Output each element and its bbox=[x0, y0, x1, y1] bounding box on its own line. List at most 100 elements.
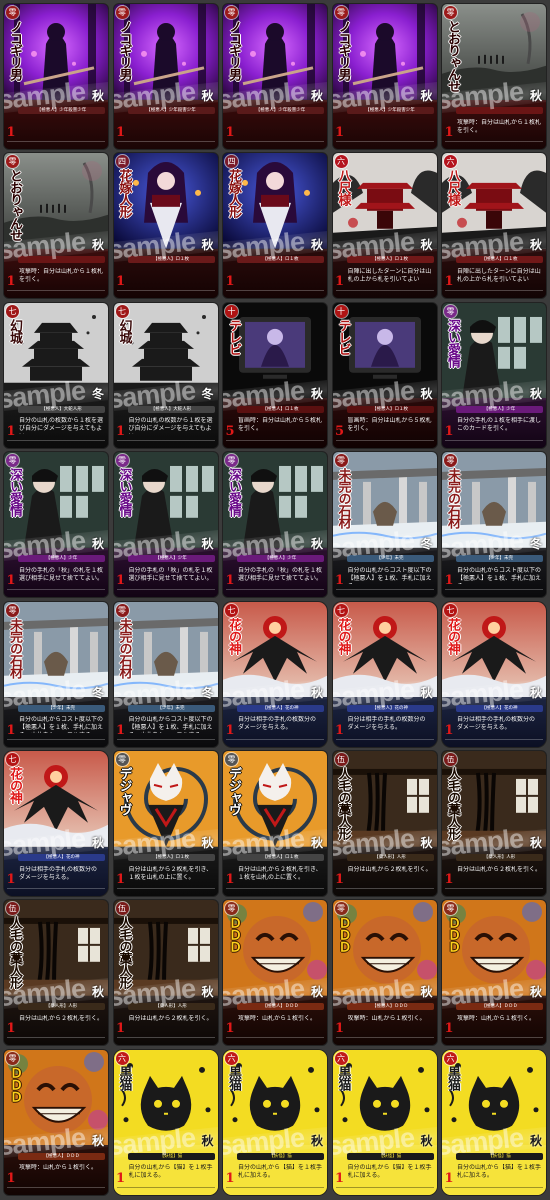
card[interactable]: 零 ＤＤＤ 秋【極悪人】ＤＤＤ 攻撃時：山札から１枚引く。 1 sample bbox=[4, 1049, 108, 1195]
card-rank-badge: 六 bbox=[334, 155, 348, 169]
card-cost: 1 bbox=[115, 871, 126, 887]
card[interactable]: 零ノコギリ男秋【極悪人】少年殺害少年 1 sample bbox=[223, 4, 327, 149]
card[interactable]: 六黒猫秋【妖怪】猫 自分の山札から【猫】を１枚手札に加える。 1 sample bbox=[113, 1049, 218, 1195]
card[interactable]: 伍人毛の藁人形秋【藁人形】人形 自分は山札から２枚札を引く。 1 sample bbox=[4, 900, 108, 1046]
card[interactable]: 伍人毛の藁人形秋【藁人形】人形 自分は山札から２枚札を引く。 1 sample bbox=[332, 750, 437, 896]
card-type-line: 【極悪人】ロ１枚 bbox=[127, 853, 215, 861]
card[interactable]: 十テレビ秋【極悪人】ロ１枚 盲画時：自分は山札から５枚札を引く。 5 sample bbox=[332, 302, 437, 448]
card-title: 花の神 bbox=[7, 766, 22, 803]
card-season: 秋 bbox=[91, 835, 104, 850]
card[interactable]: 零未完の石材冬【少年】未完 自分の山札からコスト度以下の【極悪人】を１枚、手札に加… bbox=[332, 452, 437, 598]
card[interactable]: 零 ＤＤＤ 秋【極悪人】ＤＤＤ 攻撃時：山札から１枚引く。 1 sample bbox=[332, 900, 437, 1046]
card[interactable]: 七花の神秋【極悪人】花の神 自分は相手の手札の枚数分のダメージを与える。 1 samp… bbox=[4, 750, 108, 896]
card-title: ＤＤＤ bbox=[335, 916, 351, 953]
card-title: ノコギリ男 bbox=[335, 20, 351, 80]
card-footer bbox=[116, 738, 215, 745]
card-rank-badge: 伍 bbox=[115, 902, 129, 916]
card-rank-badge: 六 bbox=[115, 1051, 129, 1065]
card-type-line: 【妖怪】猫 bbox=[456, 1152, 543, 1160]
card-cost: 1 bbox=[6, 871, 16, 887]
card[interactable]: 零とおりゃんせ秋攻撃時：自分は山札から１枚札を引く。 1 sample bbox=[442, 4, 546, 149]
card-season: 冬 bbox=[201, 387, 214, 402]
card-cost: 1 bbox=[115, 1021, 126, 1037]
card-footer bbox=[7, 887, 105, 894]
card[interactable]: 七花の神秋【極悪人】花の神 自分は相手の手札の枚数分のダメージを与える。 1 samp… bbox=[223, 601, 327, 747]
card-season: 秋 bbox=[201, 238, 214, 253]
card[interactable]: 零未完の石材冬【少年】未完 自分の山札からコスト度以下の【極悪人】を１枚、手札に加… bbox=[113, 601, 218, 747]
card-illustration bbox=[442, 1049, 546, 1146]
card-effect-text: 自陣に出したターンに自分は山札の上から札を引いてよい bbox=[347, 267, 432, 283]
card[interactable]: 零 ＤＤＤ 秋【極悪人】ＤＤＤ 攻撃時：山札から１枚引く。 1 sample bbox=[442, 900, 546, 1046]
card[interactable]: 零ノコギリ男秋【極悪人】少年殺害少年 1 sample bbox=[332, 4, 437, 149]
card[interactable]: 零深い愛情秋【極悪人】少年 自分の手札の「秋」の札を１枚選び相手に見せて捨ててよい… bbox=[223, 452, 327, 598]
card[interactable]: 七花の神秋【極悪人】花の神 自分は相手の手札の枚数分のダメージを与える。 1 samp… bbox=[332, 601, 437, 747]
card-cost: 1 bbox=[115, 722, 126, 738]
card-rank-badge: 零 bbox=[225, 752, 238, 766]
card-season: 秋 bbox=[420, 238, 433, 253]
card-type-line: 【極悪人】大蛇人形 bbox=[127, 405, 215, 413]
card-footer bbox=[335, 1186, 434, 1193]
card-cost: 1 bbox=[334, 871, 345, 887]
card-footer bbox=[445, 887, 543, 894]
card[interactable]: 六黒猫秋【妖怪】猫 自分の山札から【猫】を１枚手札に加える。 1 sample bbox=[442, 1049, 546, 1195]
card-type-line: 【極悪人】少年殺害少年 bbox=[346, 106, 434, 114]
card[interactable]: 零デジャヴ秋【極悪人】ロ１枚 自分は山札から２枚札を引き、１枚を山札の上に置く。 1… bbox=[113, 750, 218, 896]
card[interactable]: 零デジャヴ秋【極悪人】ロ１枚 自分は山札から２枚札を引き、１枚を山札の上に置く。 1… bbox=[223, 750, 327, 896]
card-effect-text: 自分の山札の枚数から１枚を選び自分にダメージを与えてもよい。 bbox=[128, 417, 213, 434]
card-footer bbox=[226, 1186, 324, 1193]
card-effect-text: 自分は山札から２枚札を引く。 bbox=[457, 865, 541, 873]
card-footer bbox=[7, 141, 105, 147]
card-footer bbox=[226, 290, 324, 296]
card-season: 冬 bbox=[201, 686, 214, 701]
card-effect-text: 自分の山札からコスト度以下の【極悪人】を１枚、手札に加える。山札をシャッフルする… bbox=[128, 716, 213, 733]
card[interactable]: 伍人毛の藁人形秋【藁人形】人形 自分は山札から２枚札を引く。 1 sample bbox=[113, 900, 218, 1046]
card-title: デジャヴ bbox=[226, 766, 241, 815]
card[interactable]: 零深い愛情秋【極悪人】少年 自分の手札の「秋」の札を１枚選び相手に見せて捨ててよい… bbox=[113, 452, 218, 598]
card[interactable]: 十テレビ秋【極悪人】ロ１枚 盲画時：自分は山札から５枚札を引く。 5 sample bbox=[223, 302, 327, 448]
card-season: 秋 bbox=[420, 387, 433, 402]
card-cost: 1 bbox=[6, 722, 16, 738]
card-type-line: 【少年】未完 bbox=[127, 704, 215, 712]
card[interactable]: 零とおりゃんせ秋攻撃時：自分は山札から１枚札を引く。 1 sample bbox=[4, 153, 108, 299]
card-rank-badge: 零 bbox=[444, 304, 457, 318]
card[interactable]: 零深い愛情秋【極悪人】少年 自分の手札の１枚を相手に渡しこのカードを引く。 1 sam… bbox=[442, 302, 546, 448]
card-effect-text: 自分は山札から２枚札を引き、１枚を山札の上に置く。 bbox=[238, 865, 322, 881]
card-season: 秋 bbox=[420, 984, 433, 999]
card-type-line: 【極悪人】ロ１枚 bbox=[127, 256, 215, 264]
card-title: ＤＤＤ bbox=[445, 916, 460, 953]
card-title: 幻城 bbox=[7, 318, 22, 343]
card-cost: 5 bbox=[334, 423, 345, 439]
card-type-line: 【極悪人】ＤＤＤ bbox=[346, 1003, 434, 1011]
card[interactable]: 七花の神秋【極悪人】花の神 自分は相手の手札の枚数分のダメージを与える。 1 samp… bbox=[442, 601, 546, 747]
card-type-line: 【極悪人】花の神 bbox=[237, 704, 324, 712]
card[interactable]: 六黒猫秋【妖怪】猫 自分の山札から【猫】を１枚手札に加える。 1 sample bbox=[223, 1049, 327, 1195]
card[interactable]: 零 ＤＤＤ 秋【極悪人】ＤＤＤ 攻撃時：山札から１枚引く。 1 sample bbox=[223, 900, 327, 1046]
card-footer bbox=[226, 141, 324, 147]
card[interactable]: 零未完の石材冬【少年】未完 自分の山札からコスト度以下の【極悪人】を１枚、手札に加… bbox=[4, 601, 108, 747]
card[interactable]: 伍人毛の藁人形秋【藁人形】人形 自分は山札から２枚札を引く。 1 sample bbox=[442, 750, 546, 896]
card[interactable]: 零ノコギリ男秋【極悪人】少年殺害少年 1 sample bbox=[113, 4, 218, 149]
card[interactable]: 零未完の石材冬【少年】未完 自分の山札からコスト度以下の【極悪人】を１枚、手札に加… bbox=[442, 452, 546, 598]
card-effect-text bbox=[129, 268, 213, 285]
card-type-line bbox=[18, 256, 105, 264]
card[interactable]: 四花嫁人形秋【極悪人】ロ１枚 1 sample bbox=[113, 153, 218, 299]
card[interactable]: 六八尺様秋【極悪人】ロ１枚 自陣に出したターンに自分は山札の上から札を引いてよい 1… bbox=[442, 153, 546, 299]
card[interactable]: 六黒猫秋【妖怪】猫 自分の山札から【猫】を１枚手札に加える。 1 sample bbox=[332, 1049, 437, 1195]
card[interactable]: 六八尺様秋【極悪人】ロ１枚 自陣に出したターンに自分は山札の上から札を引いてよい 1… bbox=[332, 153, 437, 299]
card-rank-badge: 七 bbox=[6, 304, 19, 318]
card-cost: 1 bbox=[444, 573, 454, 589]
card-grid: 零ノコギリ男秋【極悪人】少年殺害少年 1 sample 零ノコギリ男秋【極悪人】少年… bbox=[4, 4, 546, 1196]
card-cost: 1 bbox=[115, 423, 126, 439]
card[interactable]: 零ノコギリ男秋【極悪人】少年殺害少年 1 sample bbox=[4, 4, 108, 149]
card-rank-badge: 七 bbox=[6, 752, 19, 766]
card-season: 冬 bbox=[529, 536, 542, 551]
card-cost: 1 bbox=[444, 274, 454, 290]
card-type-line: 【少年】未完 bbox=[456, 555, 543, 563]
card[interactable]: 七幻城冬【極悪人】大蛇人形 自分の山札の枚数から１枚を選び自分にダメージを与えても… bbox=[113, 302, 218, 448]
card-illustration bbox=[332, 1049, 437, 1146]
card[interactable]: 七幻城冬【極悪人】大蛇人形 自分の山札の枚数から１枚を選び自分にダメージを与えても… bbox=[4, 302, 108, 448]
card-title: 未完の石材 bbox=[335, 468, 351, 529]
card[interactable]: 零深い愛情秋【極悪人】少年 自分の手札の「秋」の札を１枚選び相手に見せて捨ててよい… bbox=[4, 452, 108, 598]
card[interactable]: 四花嫁人形秋【極悪人】ロ１枚 1 sample bbox=[223, 153, 327, 299]
card-type-line: 【極悪人】少年 bbox=[127, 555, 215, 563]
